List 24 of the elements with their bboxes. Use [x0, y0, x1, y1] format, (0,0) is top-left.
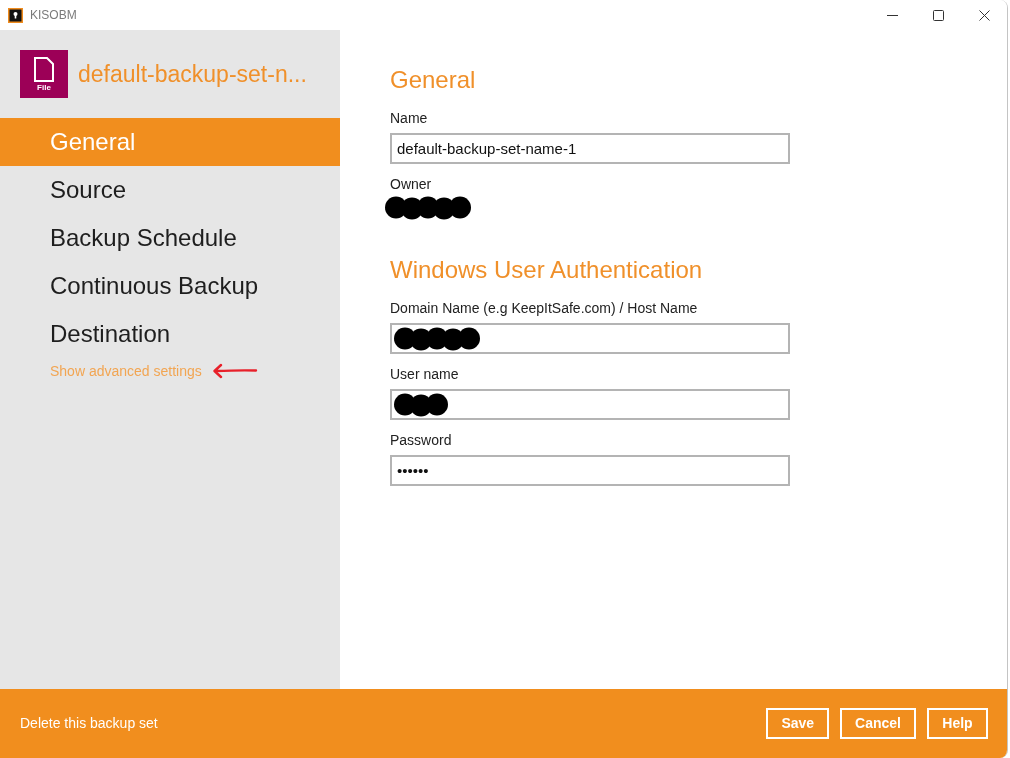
text-input[interactable]: default-backup-set-name-1 [390, 133, 790, 164]
window-title: KISOBM [30, 7, 77, 24]
nav-item[interactable]: Source [0, 166, 340, 214]
section-heading: General [390, 65, 476, 95]
document-icon [34, 56, 54, 82]
maximize-icon [932, 9, 944, 21]
nav-item[interactable]: Destination [0, 310, 340, 358]
field-label: Password [390, 431, 452, 450]
text-input[interactable] [390, 323, 790, 354]
nav-item[interactable]: Backup Schedule [0, 214, 340, 262]
minimize-icon [886, 14, 898, 16]
text-input[interactable] [390, 389, 790, 420]
field-label: Domain Name (e.g KeepItSafe.com) / Host Name [390, 299, 698, 318]
backup-set-name: default-backup-set-n... [78, 59, 307, 89]
field-label: Owner [390, 175, 432, 194]
field-label: Name [390, 109, 428, 128]
close-icon [978, 9, 990, 21]
file-type-label: File [37, 82, 51, 92]
nav-item[interactable]: Continuous Backup [0, 262, 340, 310]
left-arrow-icon [211, 363, 258, 379]
field-label: User name [390, 365, 459, 384]
keyhole-icon [8, 7, 23, 23]
section-heading: Windows User Authentication [390, 255, 703, 285]
text-input[interactable]: •••••• [390, 455, 790, 486]
